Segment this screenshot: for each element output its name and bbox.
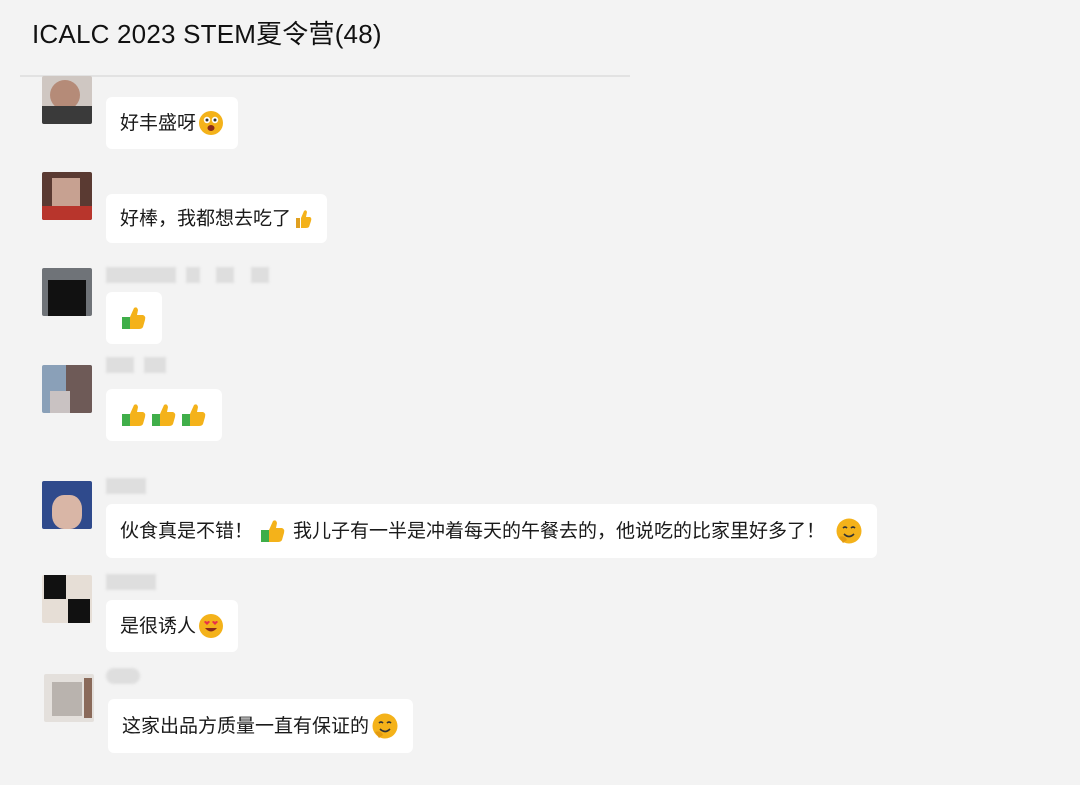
sender-name bbox=[106, 267, 286, 283]
avatar[interactable] bbox=[44, 674, 94, 722]
message-bubble[interactable]: 是很诱人 bbox=[106, 600, 239, 652]
divider bbox=[20, 75, 630, 77]
message-text: 是很诱人 bbox=[120, 615, 197, 637]
message-text: 伙食真是不错！ bbox=[120, 520, 254, 542]
thumbs-up-icon bbox=[120, 402, 148, 428]
sender-name bbox=[106, 478, 166, 494]
thumbs-up-icon bbox=[180, 402, 208, 428]
message-bubble[interactable]: 好丰盛呀 bbox=[106, 97, 239, 149]
sender-name bbox=[106, 574, 166, 590]
message-text-continued: 我儿子有一半是冲着每天的午餐去的，他说吃的比家里好多了！ bbox=[293, 520, 826, 542]
avatar[interactable] bbox=[42, 76, 92, 124]
thumbs-up-icon bbox=[120, 305, 148, 331]
thumbs-up-icon bbox=[150, 402, 178, 428]
sender-name bbox=[106, 357, 196, 373]
message-bubble[interactable]: 好棒，我都想去吃了 bbox=[106, 194, 328, 243]
avatar[interactable] bbox=[42, 365, 92, 413]
message-text: 好棒，我都想去吃了 bbox=[120, 207, 292, 230]
avatar[interactable] bbox=[42, 172, 92, 220]
message-bubble[interactable] bbox=[106, 292, 162, 344]
avatar[interactable] bbox=[42, 268, 92, 316]
avatar[interactable] bbox=[42, 575, 92, 623]
grin-face-icon bbox=[371, 712, 399, 740]
face-icon bbox=[198, 110, 224, 136]
heart-eyes-icon bbox=[198, 613, 224, 639]
thumbs-up-icon bbox=[259, 518, 287, 544]
sender-name bbox=[106, 668, 146, 684]
chat-title: ICALC 2023 STEM夏令营(48) bbox=[32, 19, 382, 49]
avatar[interactable] bbox=[42, 481, 92, 529]
message-bubble[interactable]: 伙食真是不错！ 我儿子有一半是冲着每天的午餐去的，他说吃的比家里好多了！ bbox=[106, 504, 878, 558]
message-text: 好丰盛呀 bbox=[120, 112, 197, 134]
message-bubble[interactable]: 这家出品方质量一直有保证的 bbox=[108, 699, 414, 753]
grin-face-icon bbox=[835, 517, 863, 545]
thumbs-up-icon bbox=[293, 208, 313, 230]
message-bubble[interactable] bbox=[106, 389, 222, 441]
message-text: 这家出品方质量一直有保证的 bbox=[122, 715, 370, 737]
